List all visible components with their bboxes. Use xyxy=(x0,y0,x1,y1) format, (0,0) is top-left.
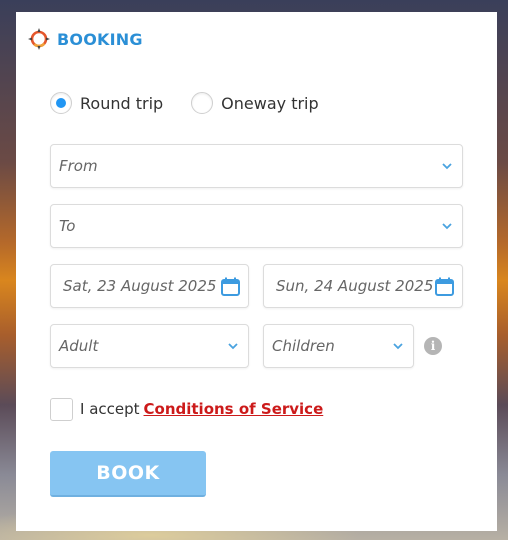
children-select[interactable]: Children xyxy=(263,324,414,368)
adult-select[interactable]: Adult xyxy=(50,324,249,368)
trip-type-group: Round trip Oneway trip xyxy=(50,91,347,115)
from-select[interactable]: From xyxy=(50,144,463,188)
info-icon[interactable]: i xyxy=(424,337,442,355)
to-select[interactable]: To xyxy=(50,204,463,248)
round-trip-option[interactable]: Round trip xyxy=(50,92,163,114)
book-button[interactable]: BOOK xyxy=(50,451,206,497)
oneway-trip-label: Oneway trip xyxy=(221,93,319,113)
calendar-icon[interactable] xyxy=(221,277,240,296)
chevron-down-icon xyxy=(442,223,452,230)
departure-date-field[interactable]: Sat, 23 August 2025 xyxy=(50,264,249,308)
chevron-down-icon xyxy=(393,343,403,350)
departure-date-value: Sat, 23 August 2025 xyxy=(63,277,217,295)
terms-prefix: I accept xyxy=(80,400,140,418)
terms-row: I accept Conditions of Service xyxy=(50,397,323,421)
calendar-icon[interactable] xyxy=(435,277,454,296)
accept-terms-checkbox[interactable] xyxy=(50,397,73,421)
conditions-of-service-link[interactable]: Conditions of Service xyxy=(144,400,324,418)
children-placeholder: Children xyxy=(272,337,335,355)
to-placeholder: To xyxy=(59,217,76,235)
from-placeholder: From xyxy=(59,157,98,175)
oneway-trip-radio[interactable] xyxy=(191,92,214,114)
booking-card: BOOKING Round trip Oneway trip From To S… xyxy=(16,12,497,531)
return-date-field[interactable]: Sun, 24 August 2025 xyxy=(263,264,463,308)
chevron-down-icon xyxy=(228,343,238,350)
chevron-down-icon xyxy=(442,163,452,170)
oneway-trip-option[interactable]: Oneway trip xyxy=(191,92,319,114)
adult-placeholder: Adult xyxy=(59,337,99,355)
compass-icon xyxy=(28,28,50,50)
booking-header: BOOKING xyxy=(27,27,143,51)
round-trip-label: Round trip xyxy=(80,93,164,113)
brand-title: BOOKING xyxy=(57,29,143,49)
return-date-value: Sun, 24 August 2025 xyxy=(276,277,434,295)
round-trip-radio[interactable] xyxy=(50,92,72,114)
